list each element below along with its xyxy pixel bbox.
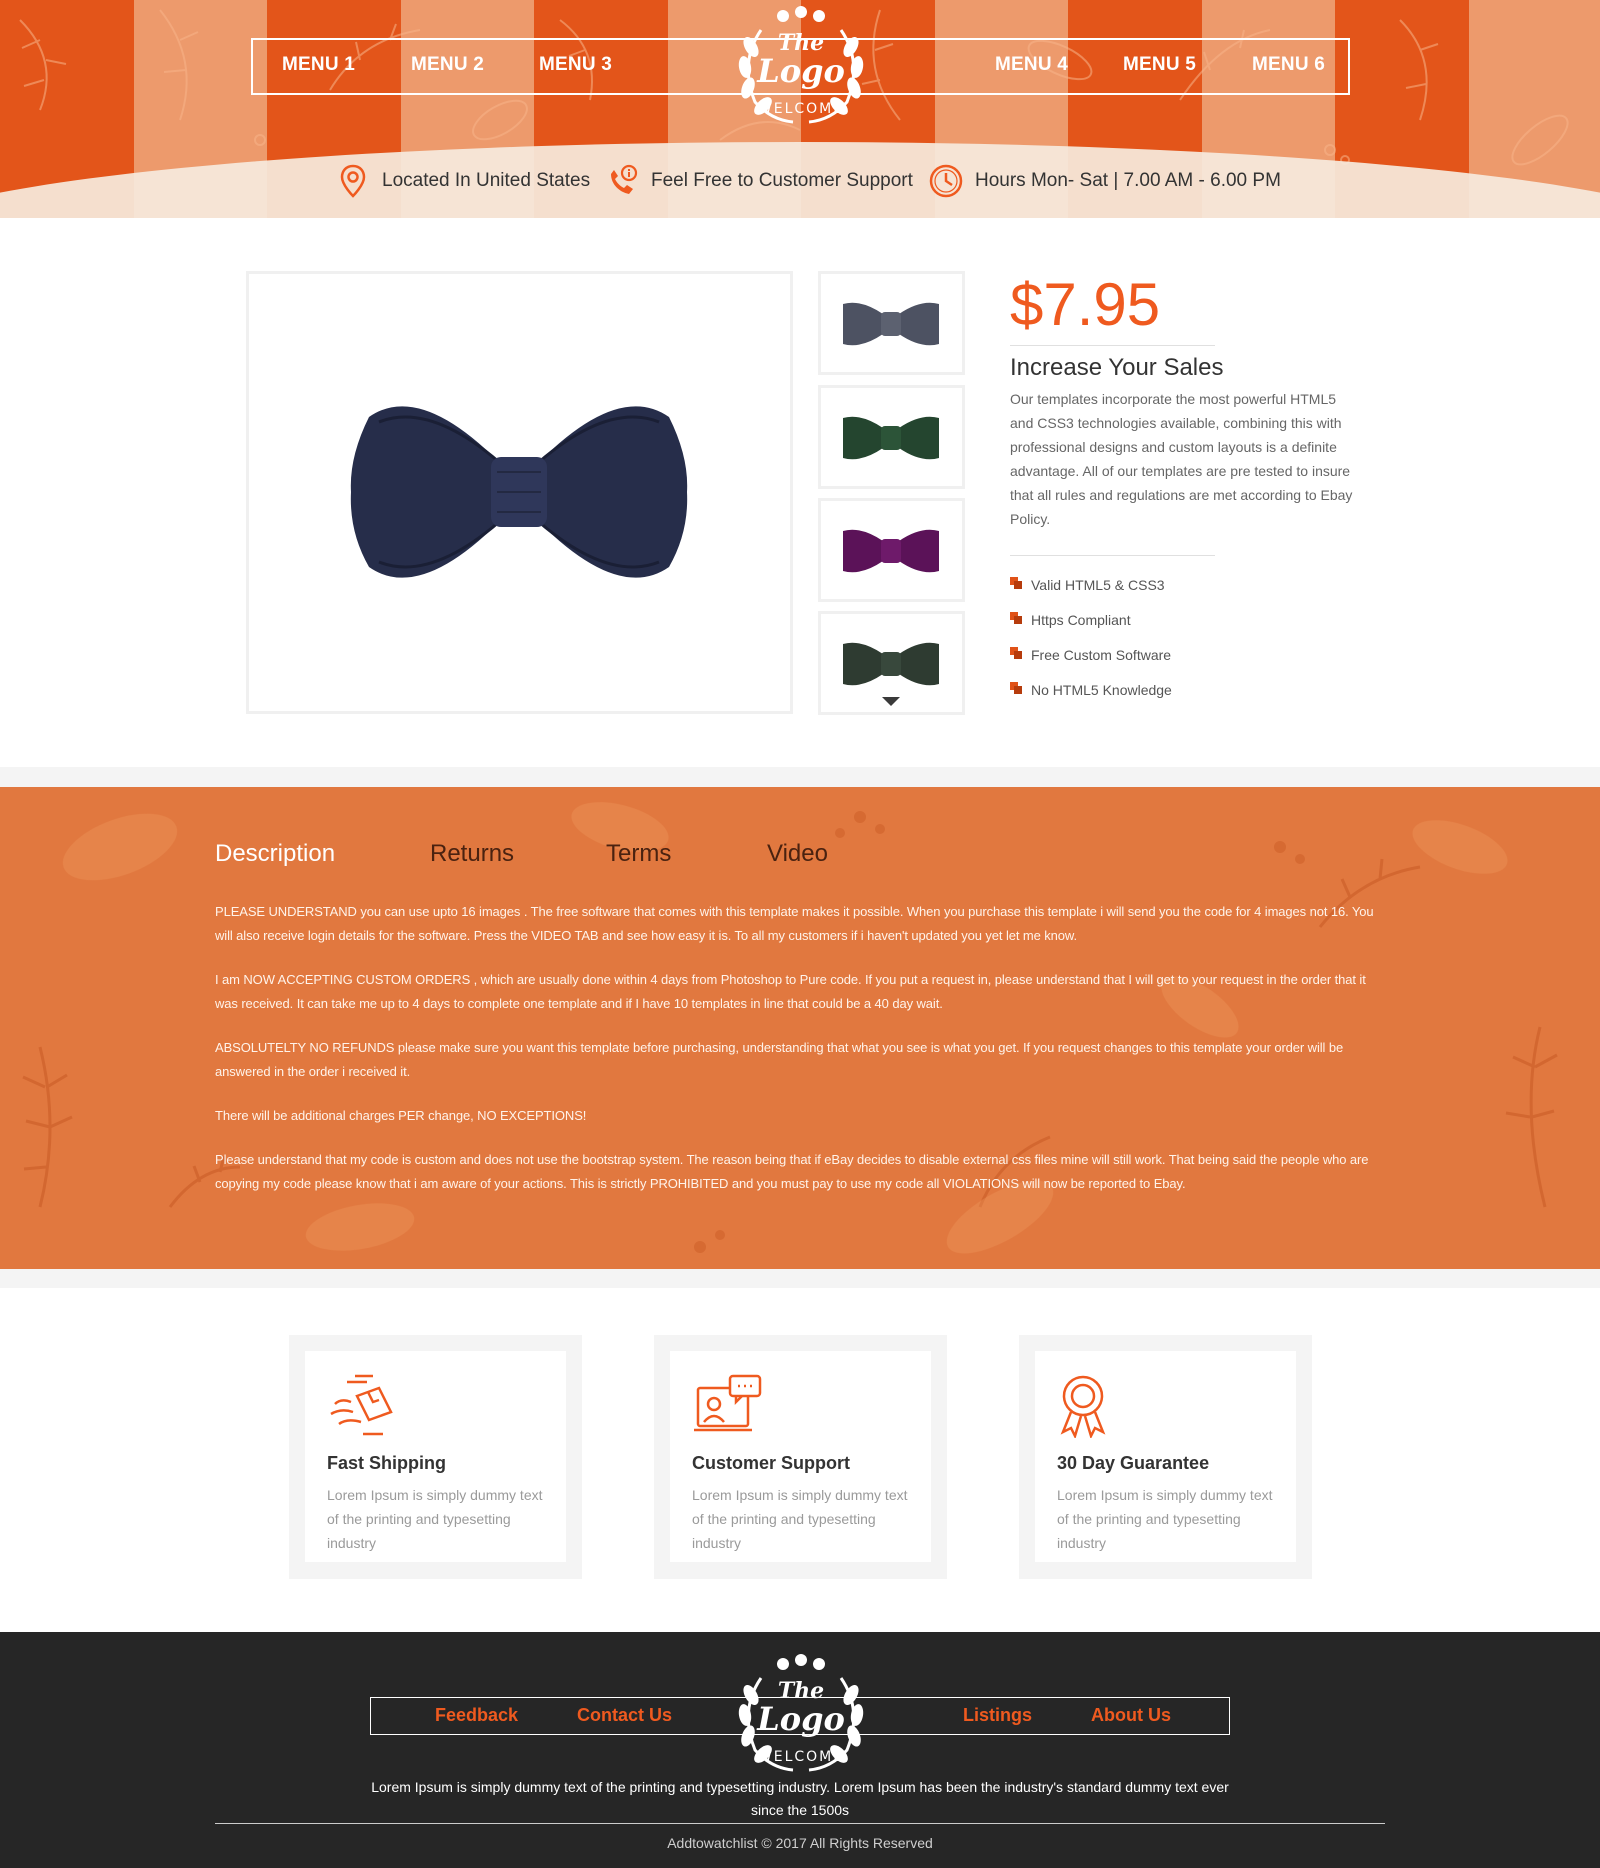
info-location-text: Located In United States [382,170,591,191]
menu-item-1[interactable]: MENU 1 [282,54,355,76]
info-hours: Hours Mon- Sat | 7.00 AM - 6.00 PM [929,164,1281,198]
menu-item-3[interactable]: MENU 3 [539,54,612,76]
feature-list-item: Https Compliant [1010,612,1131,628]
bow-tie-thumbnail [843,416,939,460]
feature-list-item: Valid HTML5 & CSS3 [1010,577,1165,593]
product-description: Our templates incorporate the most power… [1010,391,1353,527]
footer-link-feedback[interactable]: Feedback [435,1705,518,1726]
product-title: Increase Your Sales [1010,354,1224,381]
logo-line-welcome: WELCOME [757,1749,845,1765]
feature-card-shipping: Fast Shipping Lorem Ipsum is simply dumm… [289,1335,582,1579]
feature-card-guarantee: 30 Day Guarantee Lorem Ipsum is simply d… [1019,1335,1312,1579]
footer-divider [215,1823,1385,1824]
feature-card-title: Fast Shipping [327,1453,446,1473]
feature-card-text: Lorem Ipsum is simply dummy text of the … [327,1487,543,1551]
phone-support-icon [611,164,638,194]
feature-list-item: No HTML5 Knowledge [1010,682,1172,698]
copyright-text: Addtowatchlist © 2017 All Rights Reserve… [667,1835,933,1851]
description-paragraph: ABSOLUTELTY NO REFUNDS please make sure … [215,1040,1344,1079]
logo-line-welcome: WELCOME [757,101,845,117]
info-support-text: Feel Free to Customer Support [651,170,913,191]
location-pin-icon [340,164,366,198]
footer-link-listings[interactable]: Listings [963,1705,1032,1726]
product-main-image[interactable] [246,271,793,714]
thumbnail-scroll-down-arrow[interactable] [882,697,900,706]
square-bullet-icon [1010,577,1030,593]
logo-line-logo: Logo [757,1700,845,1738]
thumbnail-1[interactable] [818,271,965,375]
bow-tie-thumbnail [843,302,939,346]
footer-link-contact-us[interactable]: Contact Us [577,1705,672,1726]
info-location: Located In United States [336,164,590,198]
info-support: Feel Free to Customer Support [605,164,913,198]
description-paragraph: There will be additional charges PER cha… [215,1108,587,1123]
header-info-bar: Located In United States Feel Free to Cu… [0,164,1600,204]
description-paragraph: PLEASE UNDERSTAND you can use upto 16 im… [215,904,1374,943]
square-bullet-icon [1010,647,1030,663]
description-paragraph: I am NOW ACCEPTING CUSTOM ORDERS , which… [215,972,1366,1011]
thumbnail-2[interactable] [818,385,965,489]
price-divider [1010,345,1215,346]
feature-card-support: Customer Support Lorem Ipsum is simply d… [654,1335,947,1579]
footer-logo[interactable]: The Logo WELCOME [721,1650,881,1780]
feature-text: Free Custom Software [1031,647,1172,663]
bow-tie-thumbnail [843,529,939,573]
footer-text: Lorem Ipsum is simply dummy text of the … [371,1779,1229,1818]
feature-text: Valid HTML5 & CSS3 [1031,577,1165,593]
menu-item-6[interactable]: MENU 6 [1252,54,1325,76]
customer-support-icon [694,1374,762,1432]
feature-card-title: Customer Support [692,1453,851,1473]
tab-returns[interactable]: Returns [430,840,514,868]
logo-line-logo: Logo [757,52,845,90]
description-divider [1010,555,1215,556]
feature-list-item: Free Custom Software [1010,647,1171,663]
product-price: $7.95 [1010,271,1161,338]
award-ribbon-icon [1060,1375,1106,1438]
clock-icon [929,164,963,198]
fast-shipping-icon [330,1374,393,1436]
menu-item-5[interactable]: MENU 5 [1123,54,1196,76]
feature-text: No HTML5 Knowledge [1031,682,1172,698]
feature-card-text: Lorem Ipsum is simply dummy text of the … [1057,1487,1273,1551]
menu-item-4[interactable]: MENU 4 [995,54,1068,76]
footer-link-about-us[interactable]: About Us [1091,1705,1171,1726]
description-paragraph: Please understand that my code is custom… [215,1152,1369,1191]
tab-terms[interactable]: Terms [606,840,671,868]
feature-text: Https Compliant [1031,612,1131,628]
square-bullet-icon [1010,682,1030,698]
header-logo[interactable]: The Logo WELCOME [721,2,881,132]
feature-card-text: Lorem Ipsum is simply dummy text of the … [692,1487,908,1551]
thumbnail-3[interactable] [818,498,965,602]
tab-description[interactable]: Description [215,840,335,868]
tab-video[interactable]: Video [767,840,828,868]
menu-item-2[interactable]: MENU 2 [411,54,484,76]
square-bullet-icon [1010,612,1030,628]
feature-card-title: 30 Day Guarantee [1057,1453,1210,1473]
info-hours-text: Hours Mon- Sat | 7.00 AM - 6.00 PM [975,170,1281,191]
bow-tie-image [350,406,688,578]
